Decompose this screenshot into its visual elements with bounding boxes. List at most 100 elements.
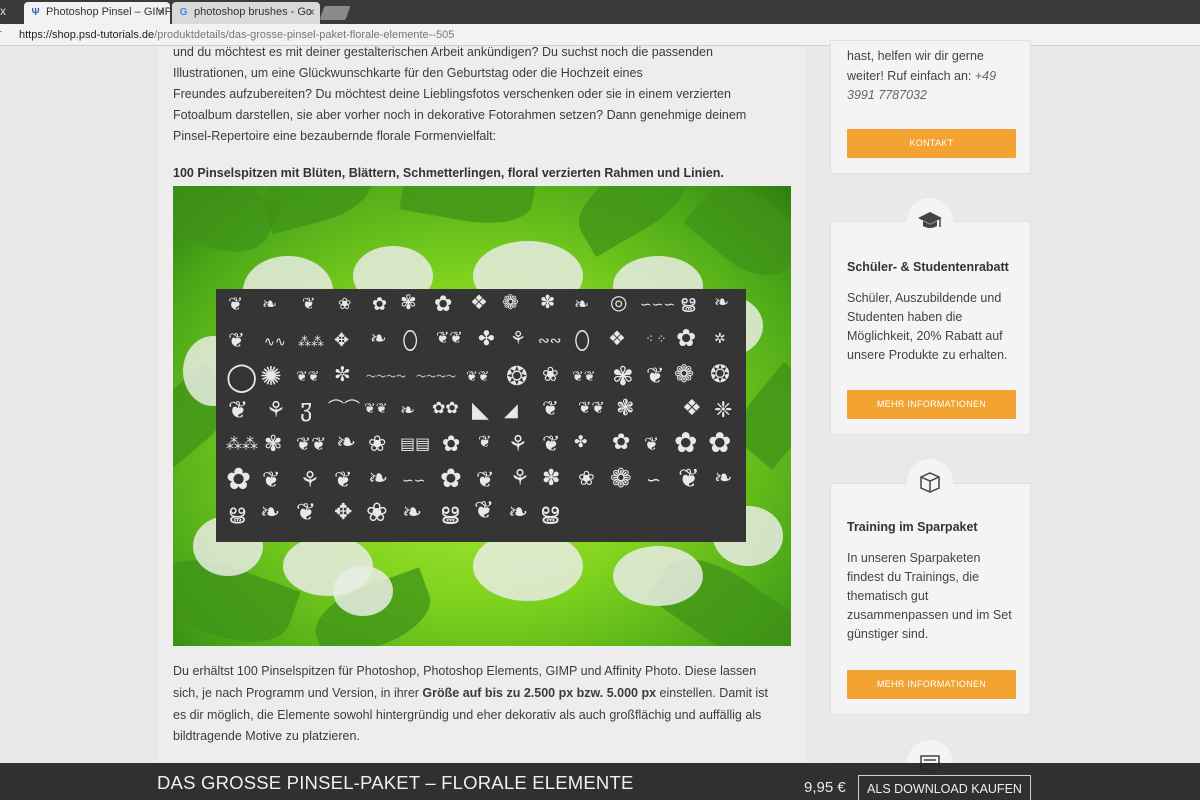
intro-line: Fotoalbum darstellen, sie aber vorher no…	[173, 108, 747, 122]
leaf-brush-icon: ✤	[478, 328, 495, 350]
description-line: Du erhältst 100 Pinselspitzen für Photos…	[173, 664, 757, 678]
contact-text: weiter! Ruf einfach an: +49	[847, 67, 1022, 86]
butterfly-brush-icon: ❦	[678, 463, 700, 493]
student-discount-text: unsere Produkte zu erhalten.	[847, 348, 1008, 362]
description-bold: Größe auf bis zu 2.500 px bzw. 5.000 px	[422, 686, 657, 700]
swirl-brush-icon: ჳ	[300, 395, 313, 422]
branch-brush-icon: ⚘	[266, 397, 286, 422]
leaf-brush-icon: ❧	[714, 465, 733, 490]
border-brush-icon: ❖	[682, 395, 702, 420]
student-discount-text: Studenten haben die	[847, 310, 963, 324]
contact-box: hast, helfen wir dir gerne weiter! Ruf e…	[830, 40, 1031, 174]
close-icon[interactable]: x	[0, 4, 6, 18]
rose-brush-icon: ✾	[612, 361, 634, 391]
fern-brush-icon: ❦	[334, 467, 353, 492]
line-brush-icon: ∽∽∽	[640, 296, 676, 312]
flower-brush-icon: ✲	[714, 330, 726, 346]
tab-photoshop-pinsel[interactable]: Ψ Photoshop Pinsel – GIMP ×	[24, 2, 170, 24]
branch-brush-icon: ❦❦	[296, 434, 327, 454]
buy-download-button[interactable]: ALS DOWNLOAD KAUFEN	[858, 775, 1031, 800]
product-preview-image: ❦ ❧ ❦ ❀ ✿ ✾ ✿ ❖ ❁ ✽ ❧ ◎ ∽∽∽ ൠ ❧ ❦ ∿∿ ⁂⁂ …	[173, 186, 791, 646]
description-text: sich, je nach Programm und Version, in i…	[173, 686, 423, 700]
frame-brush-icon: ◎	[610, 292, 628, 314]
bundle-text: thematisch gut	[847, 589, 929, 603]
border-brush-icon: ❦❦	[466, 368, 490, 384]
border-brush-icon: ∽∽	[402, 472, 426, 488]
more-info-button[interactable]: MEHR INFORMATIONEN	[847, 390, 1016, 419]
leaf-shape	[257, 186, 379, 235]
flower-brush-icon: ✿	[708, 427, 732, 458]
leaf-brush-icon: ❦	[542, 431, 561, 456]
graduation-cap-icon	[907, 198, 953, 244]
tab-title: photoshop brushes - Go	[194, 6, 313, 18]
flower-brush-icon: ✾	[264, 431, 283, 456]
bouquet-brush-icon: ❀	[368, 431, 387, 456]
bird-brush-icon: ❧	[368, 465, 389, 492]
wave-brush-icon: ❦	[474, 497, 495, 524]
bundle-text: günstiger sind.	[847, 627, 929, 641]
box-icon	[907, 459, 953, 505]
wreath-brush-icon: ◯	[226, 361, 258, 392]
leaf-shape	[399, 186, 537, 232]
corner-brush-icon: ◢	[504, 400, 518, 420]
description-text: einstellen. Damit ist	[656, 686, 768, 700]
url-host: https://shop.psd-tutorials.de	[19, 29, 155, 41]
bouquet-brush-icon: ❃	[616, 395, 635, 420]
butterfly-brush-icon: ❦	[228, 397, 249, 424]
leaf-brush-icon: ❦	[262, 467, 281, 492]
tab-close-icon[interactable]: ×	[308, 5, 315, 19]
leaf-brush-icon: ⚘	[510, 328, 527, 348]
new-tab-button[interactable]	[319, 6, 351, 20]
fern-brush-icon: ⚘	[300, 467, 320, 492]
phone-number[interactable]: +49	[975, 69, 996, 83]
border-brush-icon: ⁂⁂	[298, 334, 324, 349]
border-brush-icon: ❦❦	[364, 400, 388, 416]
swirl-brush-icon: ൠ	[228, 502, 246, 524]
branch-brush-icon: ❧	[262, 294, 278, 314]
contact-button[interactable]: KONTAKT	[847, 129, 1016, 158]
url-field[interactable]: https://shop.psd-tutorials.de/produktdet…	[19, 29, 454, 41]
border-brush-icon: ❦❦	[578, 400, 605, 417]
product-title: DAS GROSSE PINSEL-PAKET – FLORALE ELEMEN…	[157, 772, 634, 793]
bouquet-brush-icon: ✼	[334, 364, 351, 386]
psd-tutorials-favicon-icon: Ψ	[31, 7, 40, 18]
leaf-brush-icon: ❦	[542, 398, 559, 420]
feather-brush-icon: ❧	[402, 499, 423, 526]
bud-brush-icon: ✽	[542, 465, 561, 490]
flower-brush-icon: ❁	[610, 463, 632, 493]
tab-title: Photoshop Pinsel – GIMP	[46, 6, 170, 18]
more-info-button[interactable]: MEHR INFORMATIONEN	[847, 670, 1016, 699]
dots-brush-icon: ⁖ ⁘	[646, 332, 667, 346]
back-icon[interactable]: r	[0, 28, 2, 40]
leaf-brush-icon: ⚘	[510, 465, 530, 490]
grass-brush-icon: ⁂⁂	[226, 436, 258, 453]
flower-brush-icon: ❀	[366, 497, 388, 527]
line-brush-icon: ～～～～	[416, 372, 456, 383]
intro-line: und du möchtest es mit deiner gestalteri…	[173, 45, 713, 59]
ornament-brush-icon: ❀	[338, 296, 352, 313]
contact-text: hast, helfen wir dir gerne	[847, 49, 984, 63]
blossom-shape	[333, 566, 393, 616]
ornament-brush-icon: ❦	[302, 296, 316, 313]
oval-frame-brush-icon: ⬯	[574, 325, 591, 355]
leaf-brush-icon: ⚘	[508, 431, 528, 456]
daisy-brush-icon: ✺	[260, 361, 282, 391]
wave-brush-icon: ൠ	[540, 499, 560, 524]
bouquet-brush-icon: ❀	[542, 364, 559, 386]
sticky-purchase-bar: DAS GROSSE PINSEL-PAKET – FLORALE ELEMEN…	[0, 763, 1200, 800]
swirl-brush-icon: ൠ	[680, 292, 696, 312]
phone-number[interactable]: 3991 7787032	[847, 86, 1022, 105]
flower-cluster-brush-icon: ✿✿	[432, 400, 459, 417]
tab-close-icon[interactable]: ×	[158, 5, 165, 19]
border-brush-icon: ∿∿	[264, 334, 286, 349]
dragonfly-brush-icon: ✥	[334, 499, 353, 524]
brush-preview-panel: ❦ ❧ ❦ ❀ ✿ ✾ ✿ ❖ ❁ ✽ ❧ ◎ ∽∽∽ ൠ ❧ ❦ ∿∿ ⁂⁂ …	[216, 289, 746, 542]
student-discount-text: Möglichkeit, 20% Rabatt auf	[847, 329, 1003, 343]
tab-google-search[interactable]: G photoshop brushes - Go ×	[172, 2, 320, 24]
flower-brush-icon: ✿	[676, 325, 697, 352]
intro-line: Freundes aufzubereiten? Du möchtest dein…	[173, 87, 731, 101]
branch-brush-icon: ✤	[574, 434, 588, 451]
butterfly-brush-icon: ❧	[336, 429, 357, 456]
leaf-brush-icon: ❦	[646, 363, 665, 388]
pattern-brush-icon: ❖	[470, 292, 488, 314]
